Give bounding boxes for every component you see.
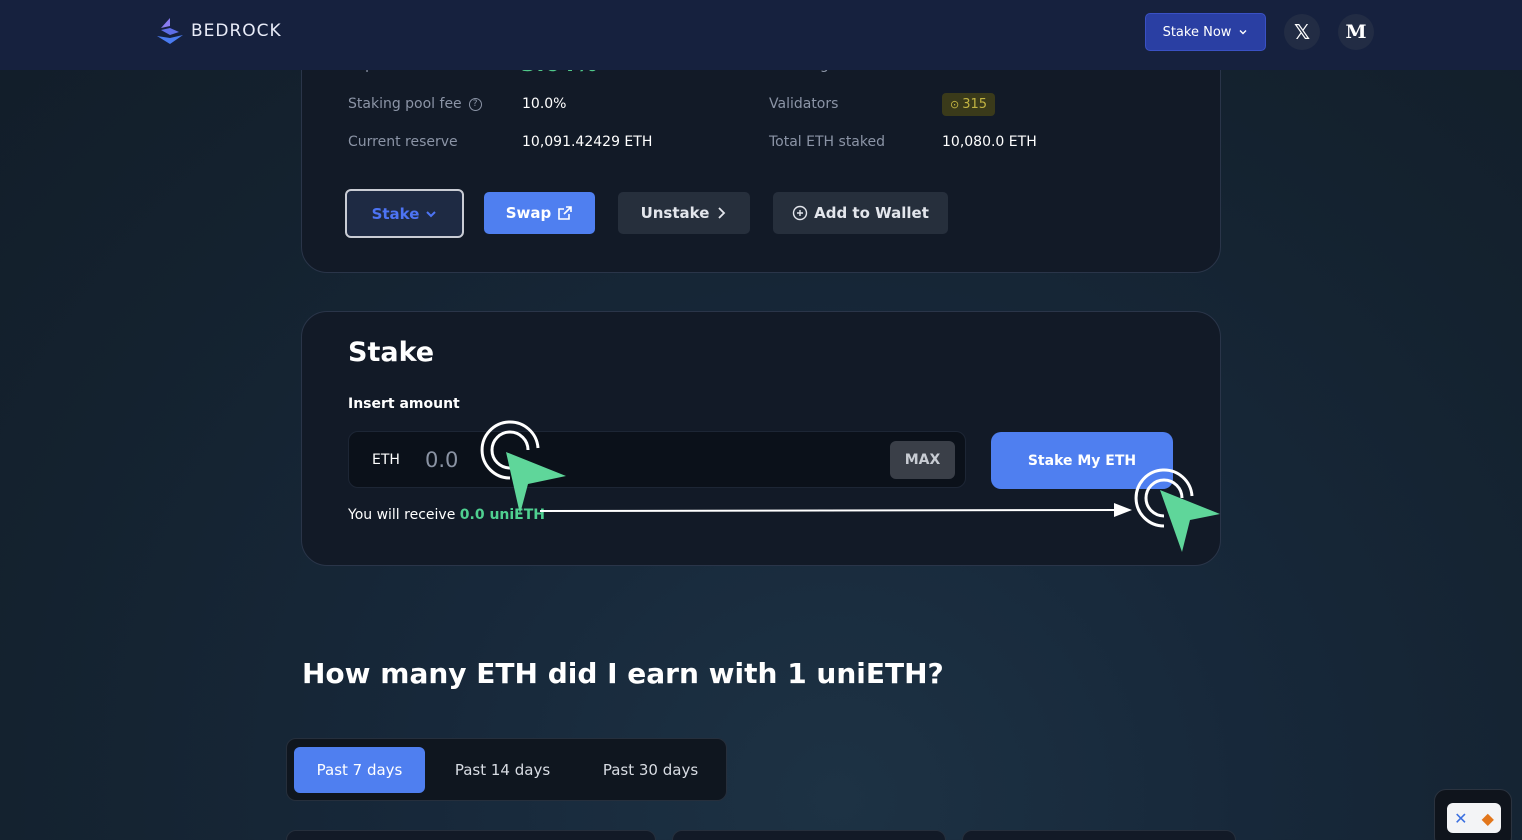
- stake-title: Stake: [348, 337, 435, 368]
- bedrock-logo-icon: [157, 18, 183, 44]
- help-icon[interactable]: ?: [468, 97, 482, 111]
- total-staked-label: Total ETH staked: [769, 134, 885, 150]
- total-staked-value: 10,080.0 ETH: [942, 134, 1037, 150]
- reserve-label: Current reserve: [348, 134, 458, 150]
- earnings-card: [672, 830, 946, 840]
- pool-fee-value: 10.0%: [522, 96, 567, 112]
- receive-summary: You will receive 0.0 uniETH: [348, 507, 546, 523]
- wallet-widget[interactable]: ✕ ◆: [1434, 789, 1512, 840]
- receive-amount: 0.0 uniETH: [459, 507, 546, 523]
- earnings-title: How many ETH did I earn with 1 uniETH?: [302, 657, 944, 690]
- reserve-value: 10,091.42429 ETH: [522, 134, 653, 150]
- check-circle-icon: ⊙: [950, 98, 960, 111]
- insert-amount-label: Insert amount: [348, 396, 460, 412]
- tab-past-7-days[interactable]: Past 7 days: [294, 747, 425, 793]
- swap-button[interactable]: Swap: [484, 192, 595, 234]
- wallet-icons: ✕ ◆: [1447, 803, 1501, 833]
- amount-input[interactable]: [425, 443, 865, 477]
- stake-my-eth-button[interactable]: Stake My ETH: [991, 432, 1173, 489]
- x-twitter-icon[interactable]: 𝕏: [1284, 14, 1320, 50]
- tab-past-30-days[interactable]: Past 30 days: [585, 747, 716, 793]
- chevron-down-icon: [1239, 30, 1247, 35]
- top-header: BEDROCK Stake Now 𝕏 M: [0, 0, 1522, 70]
- metamask-fox-icon: ◆: [1481, 808, 1494, 828]
- chevron-down-icon: [426, 210, 437, 217]
- validators-badge[interactable]: ⊙ 315: [942, 93, 996, 116]
- brand-name: BEDROCK: [191, 21, 282, 41]
- max-button[interactable]: MAX: [890, 441, 955, 479]
- wallet-connect-icon: ✕: [1454, 808, 1468, 828]
- earnings-card: [286, 830, 656, 840]
- stake-now-button[interactable]: Stake Now: [1145, 13, 1266, 51]
- earnings-card: [962, 830, 1236, 840]
- chevron-right-icon: [718, 207, 726, 219]
- medium-icon[interactable]: M: [1338, 14, 1374, 50]
- unstake-button[interactable]: Unstake: [618, 192, 750, 234]
- stake-dropdown-button[interactable]: Stake: [345, 189, 464, 238]
- plus-circle-icon: [792, 205, 808, 221]
- brand-logo[interactable]: BEDROCK: [155, 16, 282, 46]
- external-link-icon: [558, 206, 573, 220]
- tab-past-14-days[interactable]: Past 14 days: [437, 747, 568, 793]
- validators-label: Validators: [769, 96, 839, 112]
- pool-fee-label: Staking pool fee ?: [348, 96, 482, 112]
- currency-label: ETH: [372, 452, 400, 468]
- add-to-wallet-button[interactable]: Add to Wallet: [773, 192, 948, 234]
